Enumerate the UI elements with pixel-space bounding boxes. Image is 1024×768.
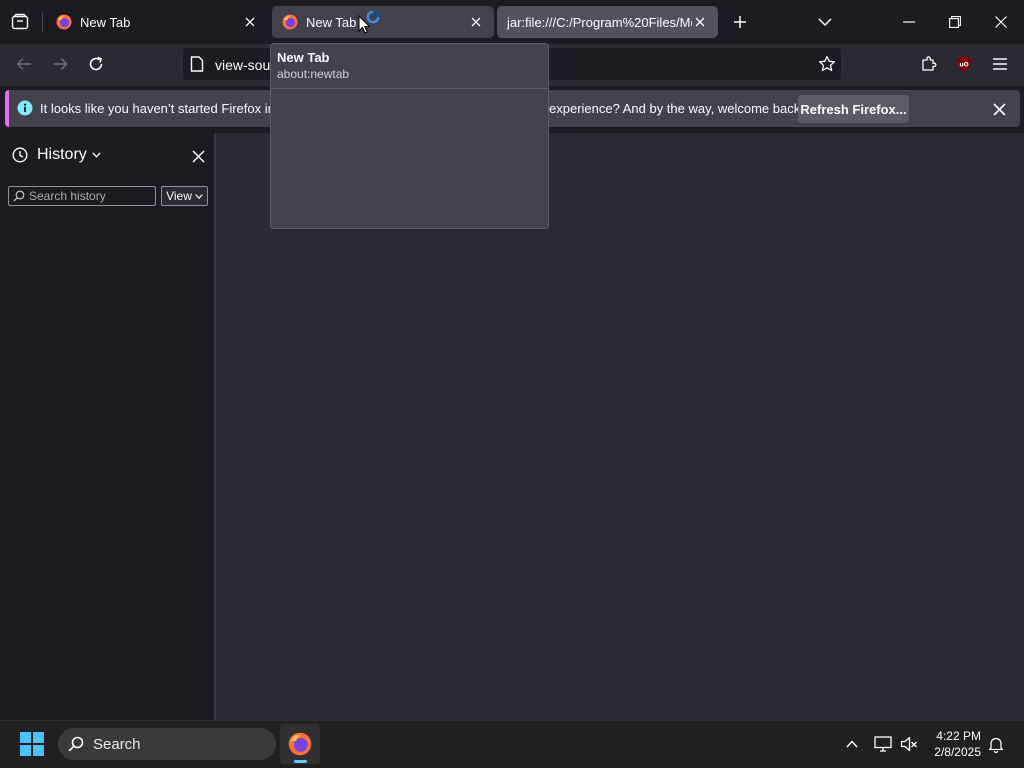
restore-button[interactable] <box>936 6 974 38</box>
network-tray-button[interactable] <box>873 734 893 754</box>
sidebar-close-button[interactable] <box>187 145 209 167</box>
tab-preview-divider <box>271 88 548 89</box>
history-sidebar <box>0 133 214 720</box>
taskbar-search-box[interactable]: Search <box>58 728 276 760</box>
info-icon <box>17 100 33 116</box>
tab-new-tab-1[interactable]: New Tab <box>46 6 268 38</box>
windows-logo-icon <box>20 732 44 756</box>
hamburger-menu-icon <box>993 58 1007 70</box>
notification-message-start: It looks like you haven’t started Firefo… <box>40 101 296 116</box>
restore-icon <box>949 16 961 28</box>
tab-preview-title: New Tab <box>277 50 330 65</box>
forward-button[interactable] <box>48 52 72 76</box>
notification-accent <box>5 90 9 127</box>
notifications-button[interactable] <box>986 734 1006 754</box>
new-tab-button[interactable] <box>728 10 752 34</box>
mouse-cursor <box>357 9 383 37</box>
taskbar-active-indicator <box>294 760 307 763</box>
chevron-down-icon <box>818 18 832 27</box>
close-icon <box>191 149 205 163</box>
tab-title: New Tab <box>306 14 357 30</box>
ublock-shield-icon: uO <box>957 56 971 72</box>
reload-icon <box>89 56 103 71</box>
arrow-left-icon <box>16 57 31 71</box>
svg-text:uO: uO <box>959 62 968 69</box>
list-all-tabs-button[interactable] <box>813 10 837 34</box>
close-icon <box>695 17 705 27</box>
monitor-network-icon <box>874 736 892 752</box>
extensions-button[interactable] <box>917 52 941 76</box>
reload-button[interactable] <box>84 52 108 76</box>
tab-separator <box>42 12 43 32</box>
tab-title: New Tab <box>80 14 131 30</box>
star-icon <box>818 55 836 72</box>
taskbar-search-label: Search <box>93 735 141 753</box>
tab-jar-file[interactable]: jar:file:///C:/Program%20Files/Mozilla <box>497 6 718 38</box>
tab-close-button[interactable] <box>468 14 484 30</box>
history-search-input[interactable] <box>29 188 151 204</box>
volume-tray-button[interactable] <box>899 734 919 754</box>
close-icon <box>995 16 1007 28</box>
speaker-muted-icon <box>900 736 917 752</box>
chevron-down-icon[interactable] <box>92 152 101 158</box>
show-hidden-icons-button[interactable] <box>842 734 862 754</box>
tab-preview-url: about:newtab <box>277 67 350 81</box>
puzzle-icon <box>922 56 937 71</box>
notification-message-end: experience? And by the way, welcome back… <box>549 101 804 116</box>
clock-time[interactable]: 4:22 PM <box>935 729 981 743</box>
view-button-label: View <box>166 189 192 203</box>
firefox-logo-icon <box>288 732 312 756</box>
ublock-origin-button[interactable]: uO <box>952 52 976 76</box>
search-icon <box>68 736 84 752</box>
tab-close-button[interactable] <box>242 14 258 30</box>
firefox-logo-icon <box>282 14 298 30</box>
close-icon <box>471 17 481 27</box>
notification-close-button[interactable] <box>987 97 1011 121</box>
history-view-button[interactable]: View <box>161 186 208 206</box>
close-window-button[interactable] <box>982 6 1020 38</box>
back-button[interactable] <box>12 52 36 76</box>
sidebar-title[interactable]: History <box>37 146 87 164</box>
search-icon <box>13 190 25 202</box>
minimize-icon <box>903 21 915 23</box>
firefox-view-button[interactable] <box>8 10 32 34</box>
arrow-right-icon <box>53 57 68 71</box>
tab-new-tab-2[interactable]: New Tab <box>272 6 494 38</box>
app-menu-button[interactable] <box>988 52 1012 76</box>
history-search-field[interactable] <box>8 186 156 206</box>
firefox-logo-icon <box>56 14 72 30</box>
close-icon <box>245 17 255 27</box>
chevron-down-icon <box>195 193 203 199</box>
windows-start-button[interactable] <box>20 732 44 756</box>
firefox-view-icon <box>11 13 29 30</box>
minimize-button[interactable] <box>890 6 928 38</box>
clock-date[interactable]: 2/8/2025 <box>925 745 981 759</box>
chevron-up-icon <box>846 740 858 748</box>
bookmark-star-button[interactable] <box>814 52 840 76</box>
tab-close-button[interactable] <box>692 14 708 30</box>
tab-title: jar:file:///C:/Program%20Files/Mozilla <box>507 14 692 30</box>
bell-icon <box>988 737 1004 753</box>
taskbar-firefox-button[interactable] <box>280 724 320 764</box>
plus-icon <box>734 16 746 28</box>
refresh-firefox-button[interactable]: Refresh Firefox... <box>798 95 909 123</box>
close-icon <box>992 102 1006 116</box>
clock-history-icon <box>12 147 28 163</box>
page-icon <box>190 56 204 72</box>
